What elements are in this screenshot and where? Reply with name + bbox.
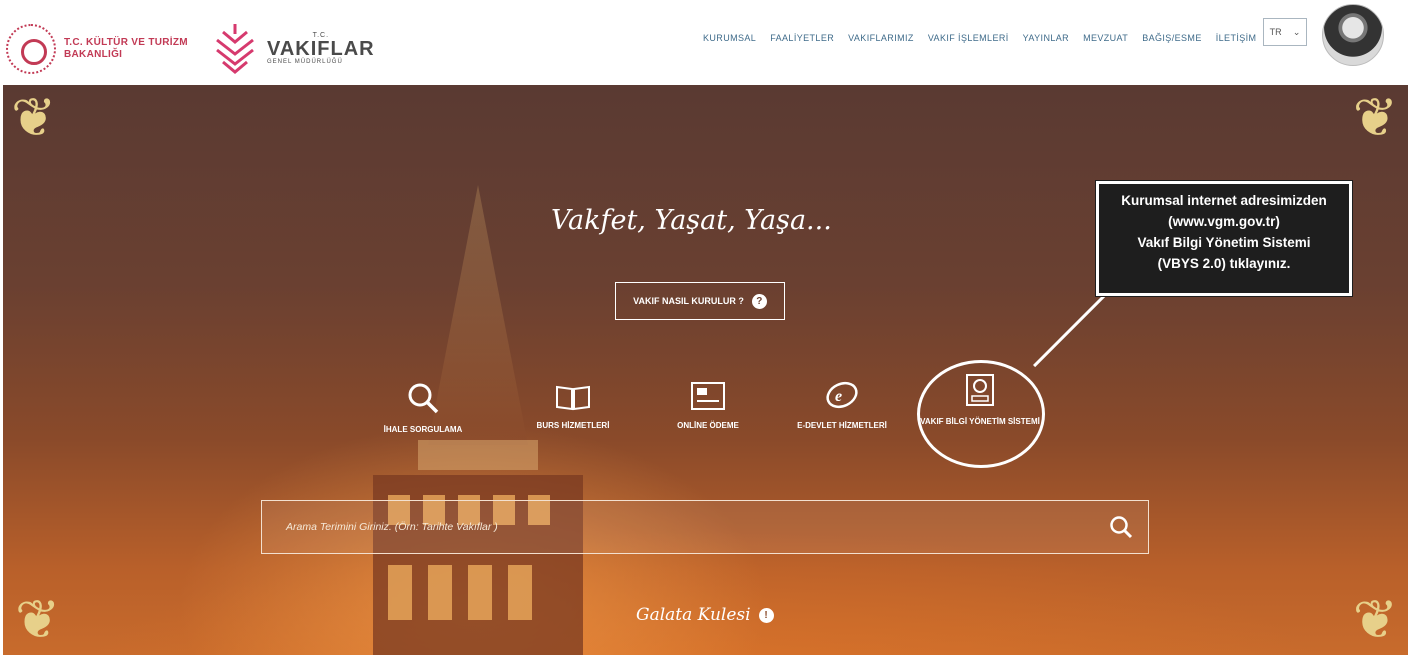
info-icon[interactable]: ! bbox=[758, 607, 774, 623]
nav-item-vakiflarimiz[interactable]: VAKIFLARIMIZ bbox=[848, 33, 914, 43]
service-label: BURS HİZMETLERİ bbox=[536, 421, 610, 430]
card-icon bbox=[691, 382, 725, 410]
hero-slogan: Vakfet, Yaşat, Yaşa... bbox=[551, 205, 832, 236]
chevron-down-icon: ⌄ bbox=[1292, 26, 1301, 37]
vakiflar-title: VAKIFLAR bbox=[267, 37, 375, 60]
nav-item-kurumsal[interactable]: KURUMSAL bbox=[703, 33, 756, 43]
vakiflar-logo[interactable]: T.C. VAKIFLAR GENEL MÜDÜRLÜĞÜ bbox=[213, 22, 375, 74]
how-to-found-vakif-button[interactable]: VAKIF NASIL KURULUR ? ? bbox=[615, 282, 785, 320]
main-nav: KURUMSAL FAALİYETLER VAKIFLARIMIZ VAKIF … bbox=[703, 33, 1270, 43]
ornament-bottom-left-icon: ❦ bbox=[15, 590, 61, 650]
ministry-logo[interactable]: T.C. KÜLTÜR VE TURİZM BAKANLIĞI bbox=[6, 24, 188, 74]
callout-line: (VBYS 2.0) tıklayınız. bbox=[1157, 256, 1291, 271]
service-e-devlet[interactable]: e E-DEVLET HİZMETLERİ bbox=[777, 379, 907, 432]
nav-item-bagis[interactable]: BAĞIŞ/ESME bbox=[1142, 33, 1202, 43]
callout-pointer-line bbox=[1033, 294, 1106, 368]
search-icon bbox=[408, 383, 439, 414]
ornament-bottom-right-icon: ❦ bbox=[1352, 590, 1398, 650]
service-online-odeme[interactable]: ONLİNE ÖDEME bbox=[643, 381, 773, 432]
site-search-input[interactable]: Arama Terimini Giriniz. (Örn: Tarihte Va… bbox=[261, 500, 1149, 554]
service-label: ONLİNE ÖDEME bbox=[677, 421, 739, 430]
service-label: VAKIF BİLGİ YÖNETİM SİSTEMİ bbox=[920, 417, 1040, 426]
vakiflar-emblem-icon bbox=[216, 24, 254, 74]
service-vbys[interactable]: VAKIF BİLGİ YÖNETİM SİSTEMİ bbox=[915, 373, 1045, 428]
caption-text: Galata Kulesi bbox=[636, 605, 751, 625]
hero-banner: ❦ ❦ ❦ ❦ Vakfet, Yaşat, Yaşa... VAKIF NAS… bbox=[3, 85, 1408, 655]
nav-item-yayinlar[interactable]: YAYINLAR bbox=[1023, 33, 1069, 43]
nav-item-iletisim[interactable]: İLETİŞİM bbox=[1216, 33, 1257, 43]
svg-text:e: e bbox=[835, 388, 842, 405]
ministry-name-line1: T.C. KÜLTÜR VE TURİZM bbox=[64, 37, 188, 48]
service-ihale-sorgulama[interactable]: İHALE SORGULAMA bbox=[358, 381, 488, 436]
nav-item-mevzuat[interactable]: MEVZUAT bbox=[1083, 33, 1128, 43]
ornament-top-right-icon: ❦ bbox=[1352, 88, 1398, 148]
language-select[interactable]: TR ⌄ bbox=[1263, 18, 1307, 46]
ornament-top-left-icon: ❦ bbox=[11, 88, 57, 148]
site-header: T.C. KÜLTÜR VE TURİZM BAKANLIĞI T.C. VAK… bbox=[0, 0, 1411, 88]
vbys-callout-box: Kurumsal internet adresimizden (www.vgm.… bbox=[1095, 180, 1353, 297]
how-to-found-label: VAKIF NASIL KURULUR ? bbox=[633, 296, 744, 306]
service-burs-hizmetleri[interactable]: BURS HİZMETLERİ bbox=[508, 383, 638, 432]
search-icon[interactable] bbox=[1108, 514, 1134, 540]
callout-line: Kurumsal internet adresimizden bbox=[1121, 193, 1327, 208]
image-caption: Galata Kulesi ! bbox=[636, 605, 774, 625]
service-label: İHALE SORGULAMA bbox=[383, 425, 463, 434]
ministry-name: T.C. KÜLTÜR VE TURİZM BAKANLIĞI bbox=[64, 37, 188, 61]
ministry-seal-icon bbox=[6, 24, 56, 74]
ataturk-portrait bbox=[1322, 4, 1384, 66]
nav-item-vakif-islemleri[interactable]: VAKIF İŞLEMLERİ bbox=[928, 33, 1009, 43]
service-label: E-DEVLET HİZMETLERİ bbox=[797, 421, 887, 430]
question-icon: ? bbox=[751, 293, 767, 309]
language-value: TR bbox=[1269, 27, 1282, 37]
book-icon bbox=[556, 385, 590, 411]
callout-line: (www.vgm.gov.tr) bbox=[1168, 214, 1280, 229]
nav-item-faaliyetler[interactable]: FAALİYETLER bbox=[770, 33, 834, 43]
vakiflar-wordmark: T.C. VAKIFLAR GENEL MÜDÜRLÜĞÜ bbox=[267, 32, 375, 65]
ministry-name-line2: BAKANLIĞI bbox=[64, 49, 123, 60]
edevlet-icon: e bbox=[826, 381, 858, 409]
search-placeholder: Arama Terimini Giriniz. (Örn: Tarihte Va… bbox=[286, 521, 498, 533]
callout-line: Vakıf Bilgi Yönetim Sistemi bbox=[1137, 235, 1311, 250]
vbys-icon bbox=[966, 374, 994, 406]
